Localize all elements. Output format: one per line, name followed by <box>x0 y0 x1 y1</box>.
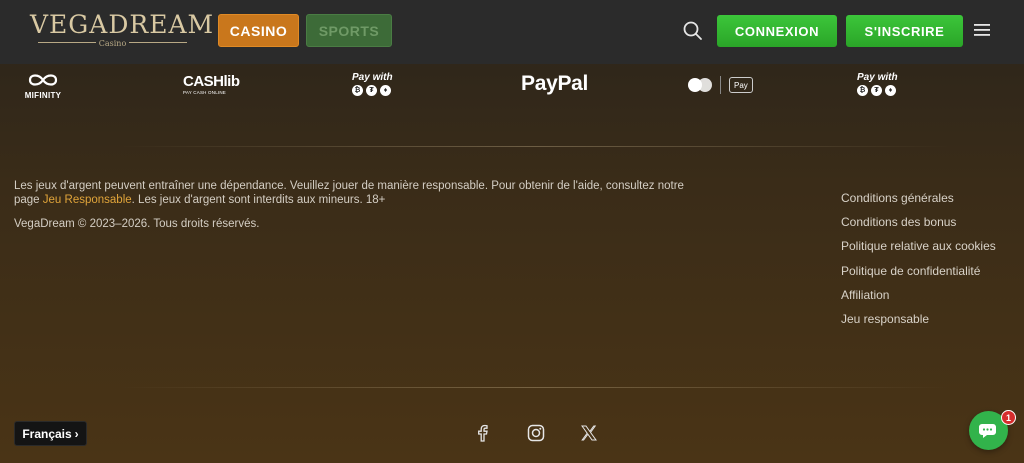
search-button[interactable] <box>682 20 704 42</box>
footer-link-privacy[interactable]: Politique de confidentialité <box>841 263 1021 287</box>
disclaimer-text-end: . Les jeux d'argent sont interdits aux m… <box>131 194 386 206</box>
mifinity-logo: MIFINITY <box>22 72 64 100</box>
logo-text: VEGADREAM <box>30 10 215 39</box>
hamburger-menu-icon <box>974 24 990 36</box>
crypto-coins: ₿ ₮ ♦ <box>857 85 903 96</box>
facebook-link[interactable] <box>474 424 492 442</box>
x-icon <box>581 425 597 441</box>
crypto-paywith-logo-2: Pay with ₿ ₮ ♦ <box>857 72 903 98</box>
tab-sports[interactable]: SPORTS <box>306 14 392 47</box>
instagram-link[interactable] <box>527 424 545 442</box>
menu-button[interactable] <box>973 22 991 38</box>
facebook-icon <box>478 424 488 442</box>
chevron-right-icon: › <box>74 426 79 441</box>
infinity-icon <box>28 74 58 86</box>
cashlib-label: CASHlib <box>183 73 240 90</box>
applepay-logo: Pay <box>729 77 753 93</box>
applepay-label: Pay <box>734 80 748 90</box>
footer-links: Conditions générales Conditions des bonu… <box>841 190 1021 335</box>
instagram-icon <box>527 424 545 442</box>
crypto-coins: ₿ ₮ ♦ <box>352 85 398 96</box>
mifinity-label: MIFINITY <box>24 91 62 100</box>
footer-link-affiliation[interactable]: Affiliation <box>841 287 1021 311</box>
logo-subtitle: Casino <box>98 39 127 48</box>
chat-notification-badge: 1 <box>1001 410 1016 425</box>
paywith-label: Pay with <box>352 72 393 83</box>
cashlib-logo: CASHlib PAY CASH ONLINE <box>183 74 241 96</box>
responsible-gambling-disclaimer: Les jeux d'argent peuvent entraîner une … <box>14 179 694 207</box>
site-header: VEGADREAM Casino CASINO SPORTS CONNEXION… <box>0 0 1024 64</box>
responsible-gaming-link[interactable]: Jeu Responsable <box>43 194 132 206</box>
login-button[interactable]: CONNEXION <box>717 15 837 47</box>
language-label: Français <box>22 426 72 441</box>
footer-link-terms[interactable]: Conditions générales <box>841 190 1021 214</box>
bitcoin-icon: ₿ <box>857 85 868 96</box>
vegadream-logo[interactable]: VEGADREAM Casino <box>30 10 215 49</box>
mastercard-icon <box>688 77 712 93</box>
bitcoin-icon: ₿ <box>352 85 363 96</box>
logo-divider-right <box>129 42 187 43</box>
chat-bubble-icon <box>978 423 996 438</box>
x-link[interactable] <box>580 424 598 442</box>
card-applepay-logos: Pay <box>688 76 753 94</box>
cashlib-sublabel: PAY CASH ONLINE <box>183 90 227 95</box>
paypal-logo: PayPal <box>521 72 589 95</box>
ethereum-icon: ♦ <box>380 85 391 96</box>
search-icon <box>683 21 702 40</box>
language-selector[interactable]: Français › <box>14 421 87 446</box>
ethereum-icon: ♦ <box>885 85 896 96</box>
tether-icon: ₮ <box>871 85 882 96</box>
footer-divider-top <box>120 146 950 147</box>
tether-icon: ₮ <box>366 85 377 96</box>
footer-divider-bottom <box>120 387 950 388</box>
tab-casino[interactable]: CASINO <box>218 14 299 47</box>
footer-link-responsible-gaming[interactable]: Jeu responsable <box>841 311 1021 335</box>
copyright-text: VegaDream © 2023–2026. Tous droits réser… <box>14 218 260 230</box>
paywith-label: Pay with <box>857 72 898 83</box>
footer-link-cookies[interactable]: Politique relative aux cookies <box>841 238 1021 262</box>
logo-separator <box>720 76 721 94</box>
crypto-paywith-logo: Pay with ₿ ₮ ♦ <box>352 72 398 98</box>
signup-button[interactable]: S'INSCRIRE <box>846 15 963 47</box>
footer-link-bonus-terms[interactable]: Conditions des bonus <box>841 214 1021 238</box>
